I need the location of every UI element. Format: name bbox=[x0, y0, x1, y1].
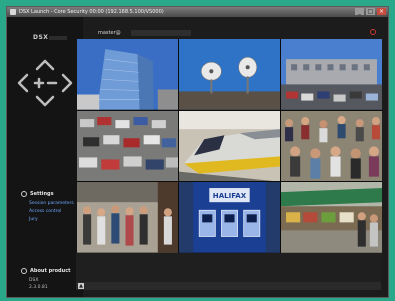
minimize-button[interactable]: _ bbox=[355, 8, 364, 15]
gear-icon bbox=[21, 191, 27, 197]
close-button[interactable]: × bbox=[377, 8, 386, 15]
camera-tile[interactable] bbox=[281, 110, 382, 182]
camera-tile[interactable] bbox=[281, 39, 382, 110]
logo-mask bbox=[49, 36, 67, 40]
maximize-button[interactable]: □ bbox=[366, 8, 375, 15]
user-host-mask bbox=[131, 30, 191, 36]
ptz-right-arrow[interactable] bbox=[61, 73, 73, 93]
title-bar[interactable]: DSX Launch - Core Security 00:00 (192.16… bbox=[7, 7, 388, 17]
bottom-panel bbox=[76, 253, 381, 282]
ptz-down-arrow[interactable] bbox=[35, 95, 55, 107]
app-icon bbox=[10, 9, 16, 15]
camera-grid: HALIFAX bbox=[77, 39, 382, 253]
camera-tile[interactable] bbox=[77, 182, 178, 253]
record-icon[interactable] bbox=[370, 29, 376, 35]
camera-tile[interactable] bbox=[179, 110, 280, 182]
camera-tile[interactable] bbox=[179, 39, 280, 110]
settings-link-access[interactable]: Access control bbox=[29, 209, 61, 214]
about-product-name: DSX bbox=[29, 278, 39, 283]
user-label: master@ bbox=[98, 30, 121, 36]
settings-heading: Settings bbox=[21, 191, 54, 197]
window-title: DSX Launch - Core Security 00:00 (192.16… bbox=[19, 9, 164, 15]
sidebar: DSX Settings Session parameters Access c… bbox=[7, 17, 83, 297]
window-controls: _ □ × bbox=[355, 8, 386, 15]
app-logo: DSX bbox=[33, 34, 49, 41]
camera-tile[interactable] bbox=[281, 182, 382, 253]
camera-tile[interactable]: HALIFAX bbox=[179, 182, 280, 253]
info-icon bbox=[21, 268, 27, 274]
settings-link-jury[interactable]: Jury bbox=[29, 217, 38, 222]
camera-tile[interactable] bbox=[77, 110, 178, 182]
about-version: 2.3.0.81 bbox=[29, 285, 48, 290]
halifax-sign: HALIFAX bbox=[213, 191, 247, 200]
settings-link-session[interactable]: Session parameters bbox=[29, 201, 74, 206]
ptz-left-arrow[interactable] bbox=[17, 73, 29, 93]
scrollbar[interactable]: ▲ bbox=[76, 282, 381, 290]
zoom-in-icon[interactable] bbox=[33, 77, 45, 89]
ptz-up-arrow[interactable] bbox=[35, 59, 55, 71]
about-heading: About product bbox=[21, 268, 71, 274]
scroll-up-button[interactable]: ▲ bbox=[78, 283, 84, 289]
camera-tile[interactable] bbox=[77, 39, 178, 110]
ptz-arrows-icon[interactable] bbox=[13, 55, 77, 111]
